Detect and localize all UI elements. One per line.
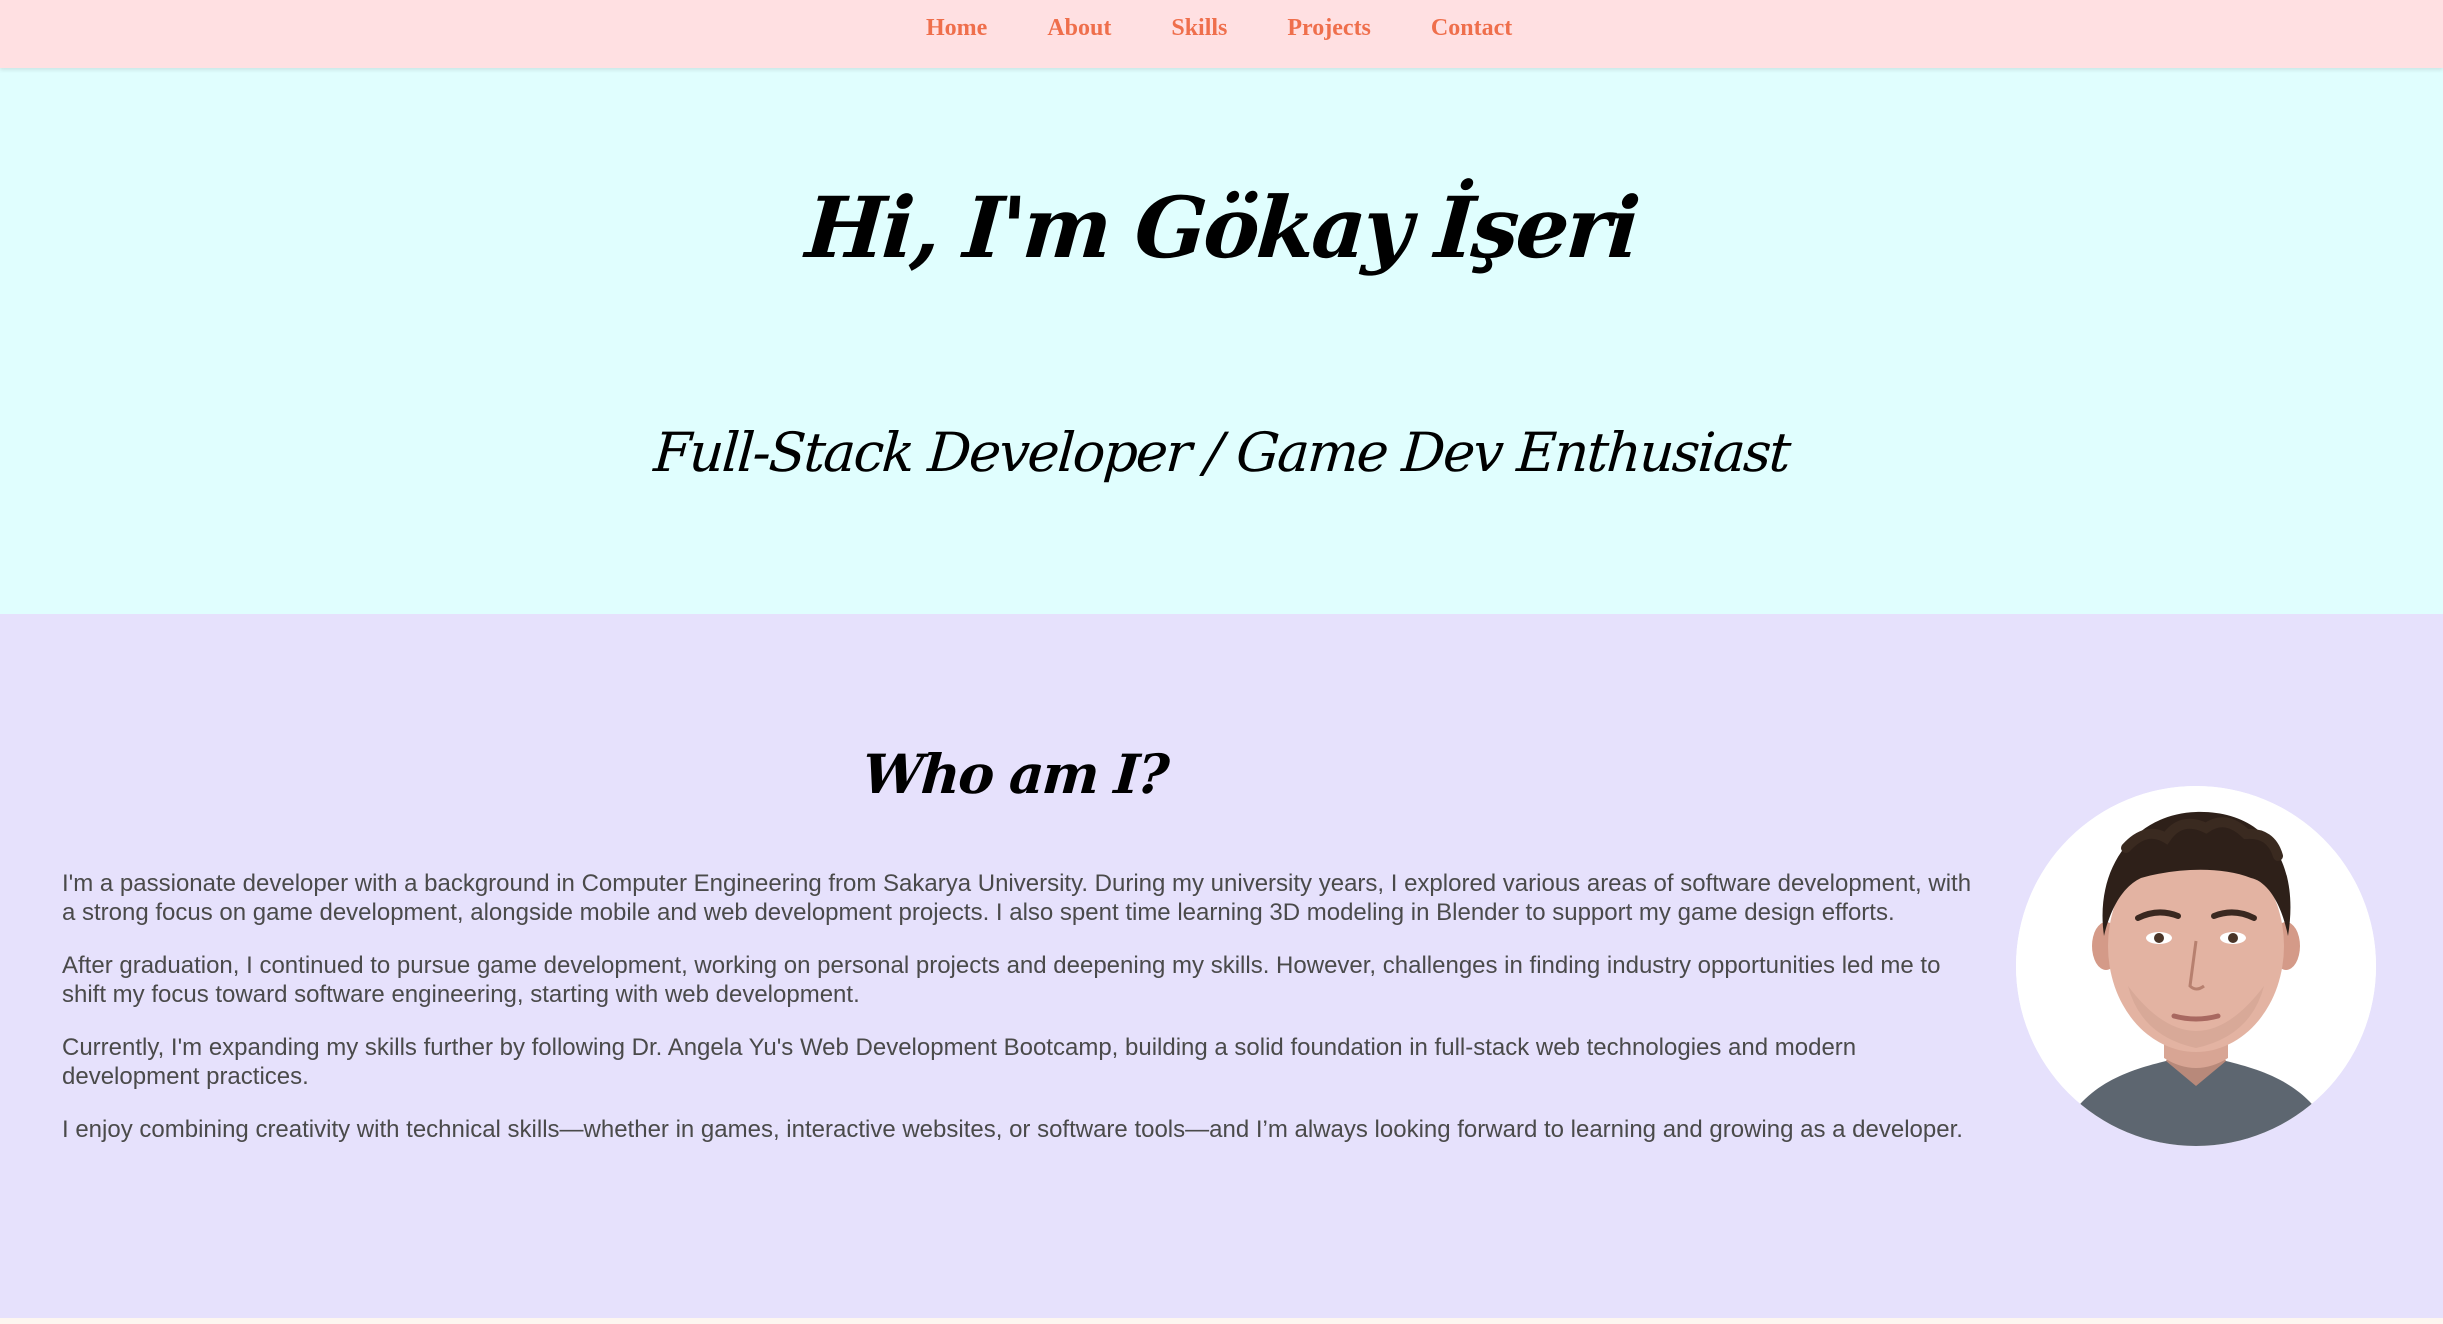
nav-link-skills[interactable]: Skills — [1171, 16, 1227, 40]
about-paragraph: I enjoy combining creativity with techni… — [62, 1116, 1963, 1143]
nav-link-projects[interactable]: Projects — [1287, 16, 1371, 40]
nav-menu: Home About Skills Projects Contact — [926, 16, 1512, 40]
hero-subtitle: Full-Stack Developer / Game Dev Enthusia… — [651, 421, 1792, 484]
nav-link-home[interactable]: Home — [926, 16, 987, 40]
about-paragraph: After graduation, I continued to pursue … — [62, 952, 1941, 1008]
navbar: Home About Skills Projects Contact — [0, 0, 2443, 68]
about-paragraph: Currently, I'm expanding my skills furth… — [62, 1034, 1857, 1090]
nav-link-contact[interactable]: Contact — [1431, 16, 1512, 40]
page-footer-edge — [0, 1318, 2443, 1324]
about-heading: Who am I? — [860, 742, 1170, 806]
hero-section: Hi, I'm Gökay İşeri Full-Stack Developer… — [0, 68, 2443, 614]
profile-photo — [2016, 786, 2376, 1146]
about-section: Who am I? I'm a passionate developer wit… — [0, 614, 2443, 1318]
nav-link-about[interactable]: About — [1047, 16, 1111, 40]
about-text: I'm a passionate developer with a backgr… — [62, 869, 1972, 1168]
profile-portrait-image — [2016, 786, 2376, 1146]
hero-title: Hi, I'm Gökay İşeri — [802, 178, 1641, 277]
about-paragraph: I'm a passionate developer with a backgr… — [62, 870, 1972, 926]
